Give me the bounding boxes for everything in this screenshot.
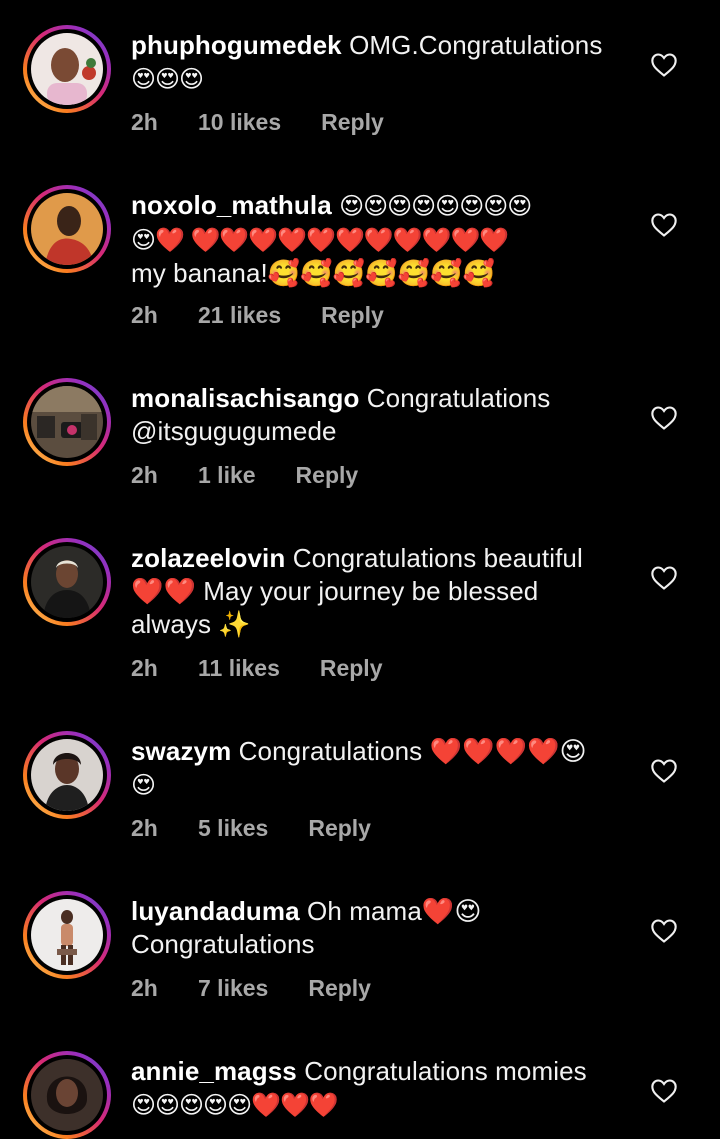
comment-username[interactable]: swazym xyxy=(131,736,231,766)
comment-text-line: 😍 xyxy=(131,771,156,799)
heart-outline-icon[interactable] xyxy=(650,1078,678,1104)
avatar[interactable] xyxy=(23,731,111,819)
comment-likes[interactable]: 11 likes xyxy=(198,655,280,682)
comment-username[interactable]: zolazeelovin xyxy=(131,543,285,573)
comment-time: 2h xyxy=(131,655,158,681)
reply-button[interactable]: Reply xyxy=(296,462,359,489)
reply-button[interactable]: Reply xyxy=(320,655,383,682)
comment-likes[interactable]: 21 likes xyxy=(198,302,281,329)
comment-text-line: always ✨ xyxy=(131,609,251,639)
heart-outline-icon[interactable] xyxy=(650,212,678,238)
comment-text-line: my banana!🥰🥰🥰🥰🥰🥰🥰 xyxy=(131,258,496,288)
comment-username[interactable]: luyandaduma xyxy=(131,896,300,926)
heart-outline-icon[interactable] xyxy=(650,52,678,78)
reply-button[interactable]: Reply xyxy=(308,975,371,1002)
comment-text: Congratulations ❤️❤️❤️❤️😍 xyxy=(238,736,587,766)
comment-likes[interactable]: 1 like xyxy=(198,462,256,489)
avatar[interactable] xyxy=(23,378,111,466)
comment-likes[interactable]: 7 likes xyxy=(198,975,268,1002)
comment-likes[interactable]: 10 likes xyxy=(198,109,281,136)
mention-link[interactable]: @itsgugugumede xyxy=(131,416,337,446)
comment-time: 2h xyxy=(131,302,158,328)
comment-time: 2h xyxy=(131,975,158,1001)
comment-username[interactable]: phuphogumedek xyxy=(131,30,342,60)
comment-likes[interactable]: 5 likes xyxy=(198,815,268,842)
comment-text: Congratulations xyxy=(366,383,551,413)
comment-username[interactable]: annie_magss xyxy=(131,1056,297,1086)
comment-text-line: 😍😍😍😍😍❤️❤️❤️ xyxy=(131,1091,339,1119)
heart-outline-icon[interactable] xyxy=(650,918,678,944)
comment-time: 2h xyxy=(131,815,158,841)
comment-emoji: 😍😍😍 xyxy=(131,65,204,93)
avatar[interactable] xyxy=(23,25,111,113)
heart-outline-icon[interactable] xyxy=(650,405,678,431)
avatar[interactable] xyxy=(23,538,111,626)
avatar[interactable] xyxy=(23,1051,111,1139)
reply-button[interactable]: Reply xyxy=(321,109,384,136)
comment-text: Oh mama❤️😍 xyxy=(307,896,482,926)
comment-username[interactable]: monalisachisango xyxy=(131,383,359,413)
comment-text: OMG.Congratulations xyxy=(349,30,603,60)
comment-text: Congratulations momies xyxy=(304,1056,587,1086)
comment-text: Congratulations beautiful xyxy=(292,543,583,573)
heart-outline-icon[interactable] xyxy=(650,758,678,784)
comment-username[interactable]: noxolo_mathula xyxy=(131,190,332,220)
reply-button[interactable]: Reply xyxy=(308,815,371,842)
comment-text: 😍😍😍😍😍😍😍😍 xyxy=(339,192,532,220)
comment-time: 2h xyxy=(131,462,158,488)
comment-time: 2h xyxy=(131,109,158,135)
comment-text-line: 😍❤️ ❤️❤️❤️❤️❤️❤️❤️❤️❤️❤️❤️ xyxy=(131,226,509,254)
avatar[interactable] xyxy=(23,185,111,273)
heart-outline-icon[interactable] xyxy=(650,565,678,591)
comment-text-line: ❤️❤️ May your journey be blessed xyxy=(131,576,539,606)
comment-text-line: Congratulations xyxy=(131,929,315,959)
reply-button[interactable]: Reply xyxy=(321,302,384,329)
avatar[interactable] xyxy=(23,891,111,979)
